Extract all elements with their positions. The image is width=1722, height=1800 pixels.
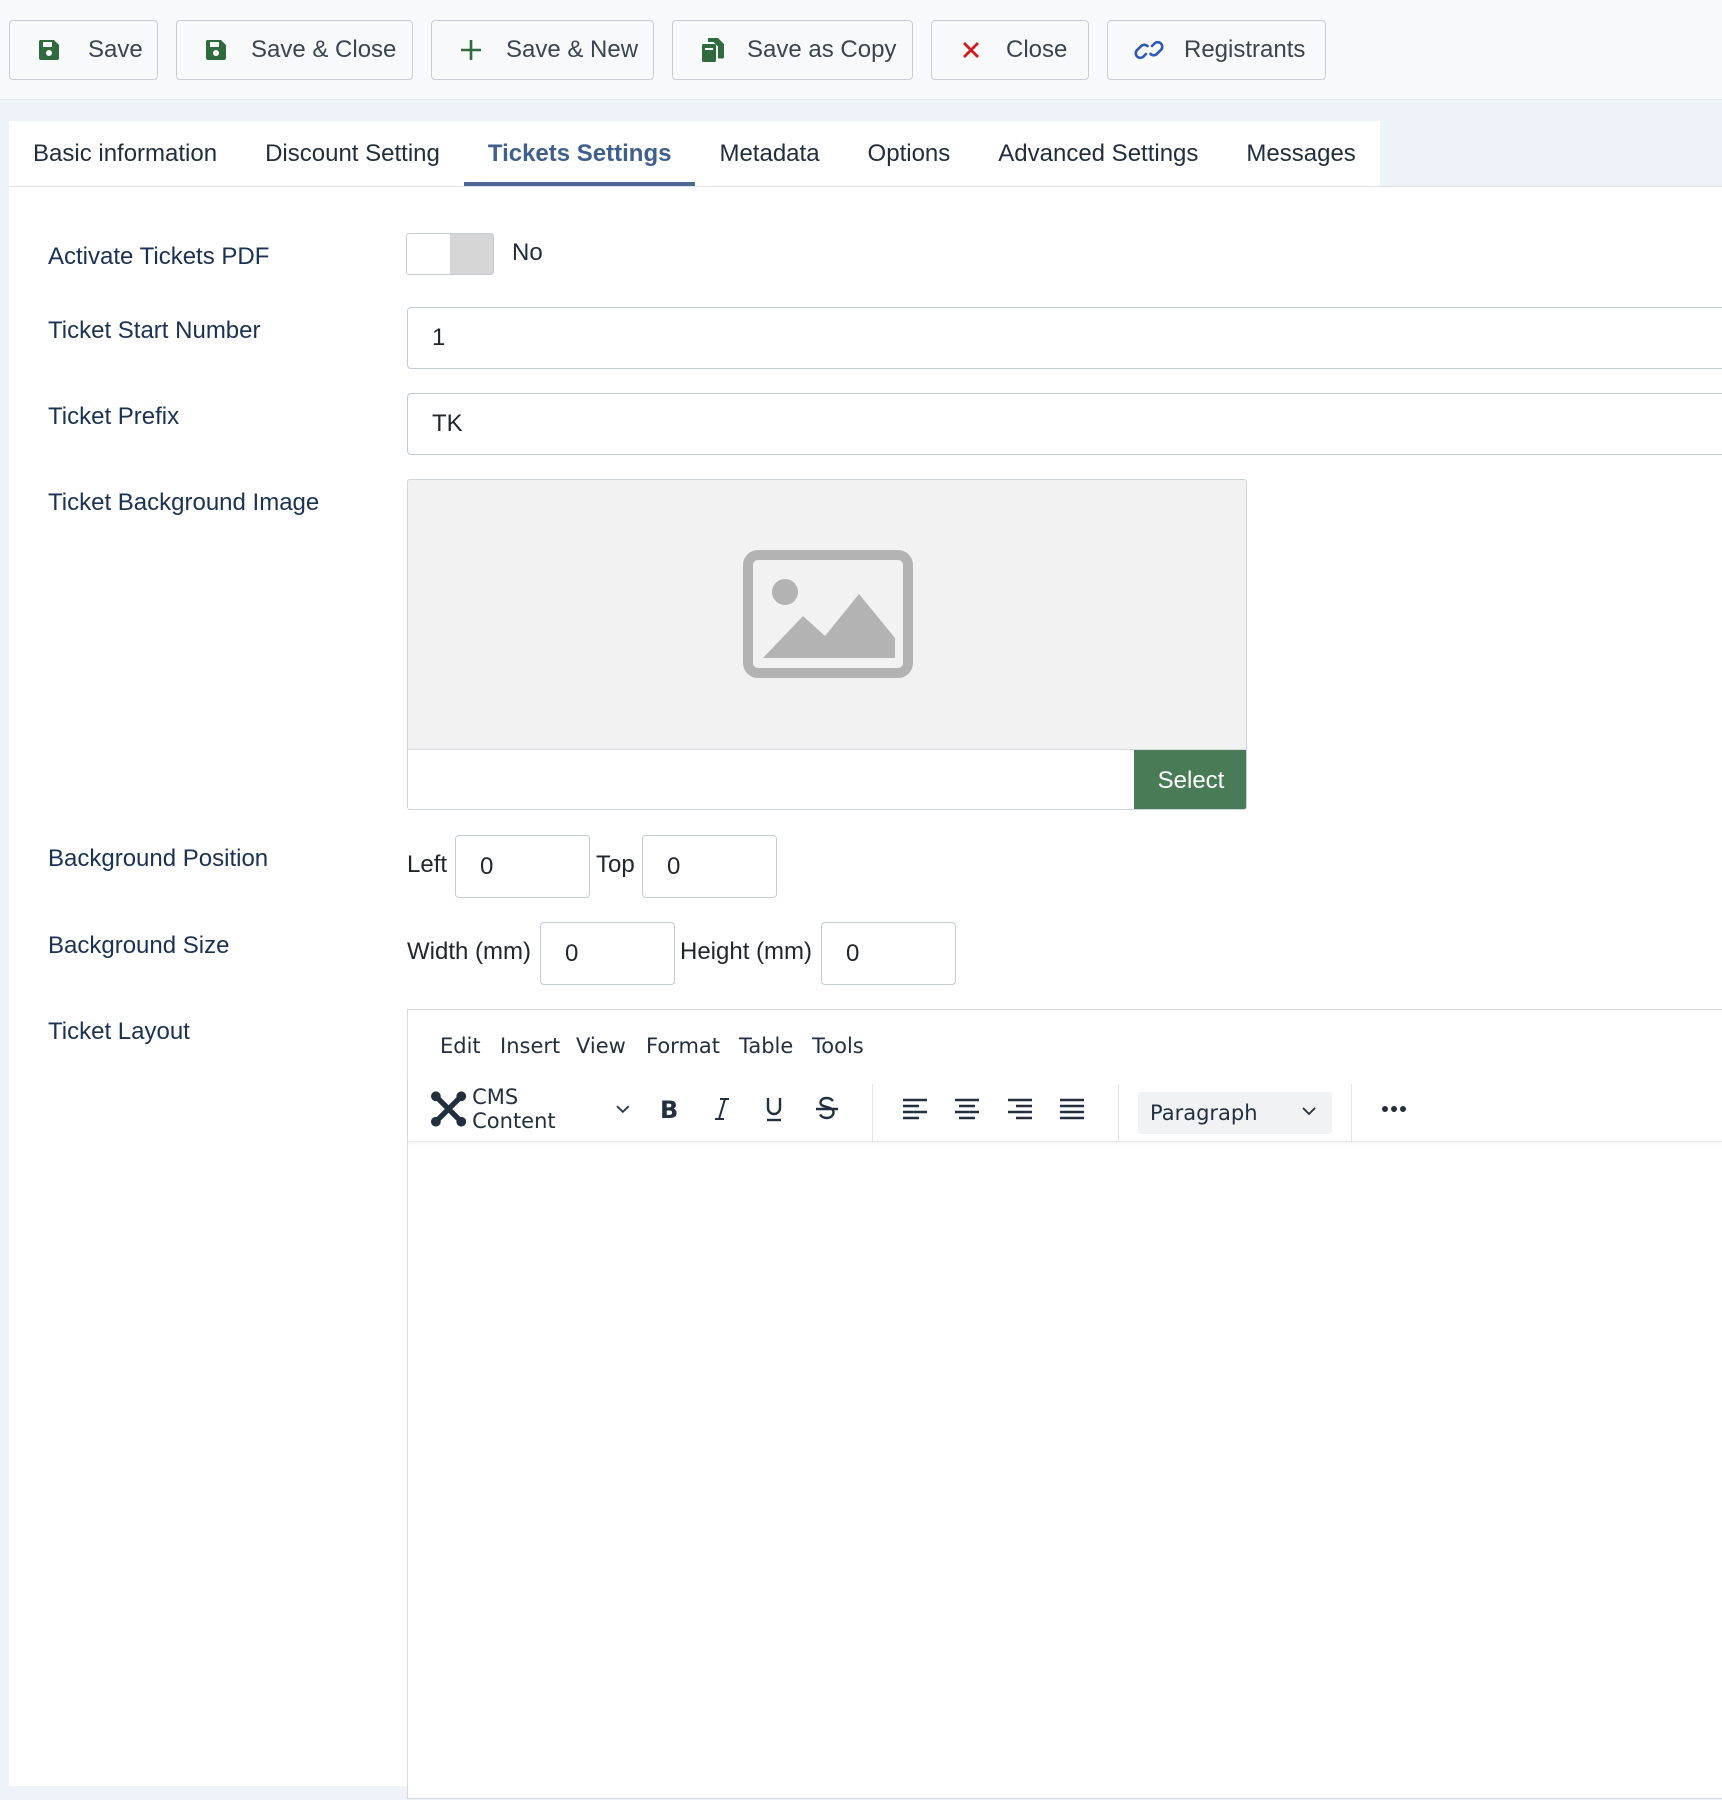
- image-preview: [408, 480, 1246, 750]
- activate-pdf-state: No: [512, 239, 543, 266]
- close-label: Close: [1006, 36, 1068, 63]
- menu-view[interactable]: View: [576, 1034, 626, 1058]
- menu-insert[interactable]: Insert: [500, 1034, 560, 1058]
- size-height-input[interactable]: [821, 922, 956, 985]
- position-left-input[interactable]: [455, 835, 590, 898]
- ticket-layout-label: Ticket Layout: [48, 1018, 190, 1045]
- strikethrough-icon: [816, 1096, 838, 1120]
- background-image-path-input[interactable]: [408, 750, 1134, 809]
- save-close-button[interactable]: Save & Close: [176, 20, 413, 80]
- plus-icon: [461, 40, 481, 60]
- menu-format[interactable]: Format: [646, 1034, 720, 1058]
- save-close-label: Save & Close: [251, 36, 397, 63]
- align-right-button[interactable]: [999, 1088, 1041, 1130]
- menu-tools[interactable]: Tools: [812, 1034, 864, 1058]
- activate-pdf-label: Activate Tickets PDF: [48, 243, 270, 270]
- tab-tickets-settings[interactable]: Tickets Settings: [463, 121, 696, 186]
- background-image-label: Ticket Background Image: [48, 489, 320, 516]
- chevron-down-icon: [1302, 1107, 1316, 1116]
- more-icon: [1382, 1106, 1406, 1112]
- close-icon: [963, 42, 979, 58]
- svg-text:B: B: [660, 1097, 678, 1121]
- align-justify-button[interactable]: [1051, 1088, 1093, 1130]
- background-position-label: Background Position: [48, 845, 269, 872]
- cms-content-dropdown[interactable]: CMS Content: [430, 1085, 630, 1133]
- ticket-prefix-input[interactable]: [407, 393, 1722, 455]
- size-width-input[interactable]: [540, 922, 675, 985]
- editor-menubar: Edit Insert View Format Table Tools: [408, 1010, 1722, 1076]
- tab-bar: Basic information Discount Setting Ticke…: [9, 121, 1380, 186]
- close-button[interactable]: Close: [931, 20, 1089, 80]
- joomla-icon: [430, 1091, 467, 1127]
- activate-pdf-toggle[interactable]: [406, 233, 494, 275]
- strikethrough-button[interactable]: [806, 1088, 848, 1130]
- toolbar: Save Save & Close Save & New Save as Cop…: [0, 0, 1722, 100]
- ticket-layout-editor: Edit Insert View Format Table Tools CMS …: [407, 1009, 1722, 1799]
- toolbar-separator: [1351, 1084, 1352, 1142]
- background-image-field: Select: [407, 479, 1247, 810]
- position-top-input[interactable]: [642, 835, 777, 898]
- menu-edit[interactable]: Edit: [440, 1034, 481, 1058]
- underline-icon: [766, 1098, 782, 1122]
- tab-metadata[interactable]: Metadata: [695, 121, 843, 186]
- menu-table[interactable]: Table: [739, 1034, 793, 1058]
- editor-content-area[interactable]: [408, 1143, 1722, 1800]
- link-icon: [1134, 40, 1164, 60]
- underline-button[interactable]: [753, 1088, 795, 1130]
- select-image-button[interactable]: Select: [1134, 750, 1246, 809]
- start-number-input[interactable]: [407, 307, 1722, 369]
- more-button[interactable]: [1373, 1088, 1415, 1130]
- start-number-label: Ticket Start Number: [48, 317, 261, 344]
- cms-content-label: CMS Content: [472, 1085, 556, 1133]
- toggle-knob: [407, 234, 450, 274]
- bold-icon: B: [660, 1097, 678, 1121]
- left-label: Left: [407, 851, 448, 878]
- align-left-button[interactable]: [894, 1088, 936, 1130]
- align-right-icon: [1008, 1098, 1032, 1120]
- save-as-copy-button[interactable]: Save as Copy: [672, 20, 913, 80]
- save-icon: [205, 40, 226, 60]
- width-label: Width (mm): [407, 938, 531, 965]
- registrants-button[interactable]: Registrants: [1107, 20, 1326, 80]
- image-placeholder-icon: [743, 550, 913, 678]
- tickets-settings-panel: Activate Tickets PDF No Ticket Start Num…: [9, 186, 1722, 1799]
- ticket-prefix-label: Ticket Prefix: [48, 403, 180, 430]
- toolbar-separator: [1118, 1084, 1119, 1142]
- save-new-button[interactable]: Save & New: [431, 20, 654, 80]
- align-justify-icon: [1060, 1098, 1084, 1120]
- copy-icon: [702, 38, 724, 62]
- italic-icon: [715, 1098, 729, 1120]
- save-new-label: Save & New: [506, 36, 639, 63]
- align-center-icon: [955, 1098, 979, 1120]
- background-size-label: Background Size: [48, 932, 230, 959]
- tab-advanced-settings[interactable]: Advanced Settings: [974, 121, 1222, 186]
- align-center-button[interactable]: [946, 1088, 988, 1130]
- top-label: Top: [596, 851, 635, 878]
- bold-button[interactable]: B: [648, 1088, 690, 1130]
- align-left-icon: [903, 1098, 927, 1120]
- chevron-down-icon: [616, 1105, 630, 1114]
- tab-discount-setting[interactable]: Discount Setting: [241, 121, 464, 186]
- tab-messages[interactable]: Messages: [1222, 121, 1379, 186]
- registrants-label: Registrants: [1184, 36, 1306, 63]
- block-format-value: Paragraph: [1150, 1101, 1258, 1125]
- tab-basic-information[interactable]: Basic information: [9, 121, 241, 186]
- save-icon: [38, 40, 59, 60]
- save-as-copy-label: Save as Copy: [747, 36, 897, 63]
- tab-options[interactable]: Options: [844, 121, 975, 186]
- save-label: Save: [88, 36, 143, 63]
- block-format-select[interactable]: Paragraph: [1138, 1092, 1332, 1134]
- italic-button[interactable]: [701, 1088, 743, 1130]
- height-label: Height (mm): [680, 938, 813, 965]
- editor-toolbar: CMS Content B Paragraph: [408, 1076, 1722, 1142]
- save-button[interactable]: Save: [9, 20, 158, 80]
- toolbar-separator: [872, 1084, 873, 1142]
